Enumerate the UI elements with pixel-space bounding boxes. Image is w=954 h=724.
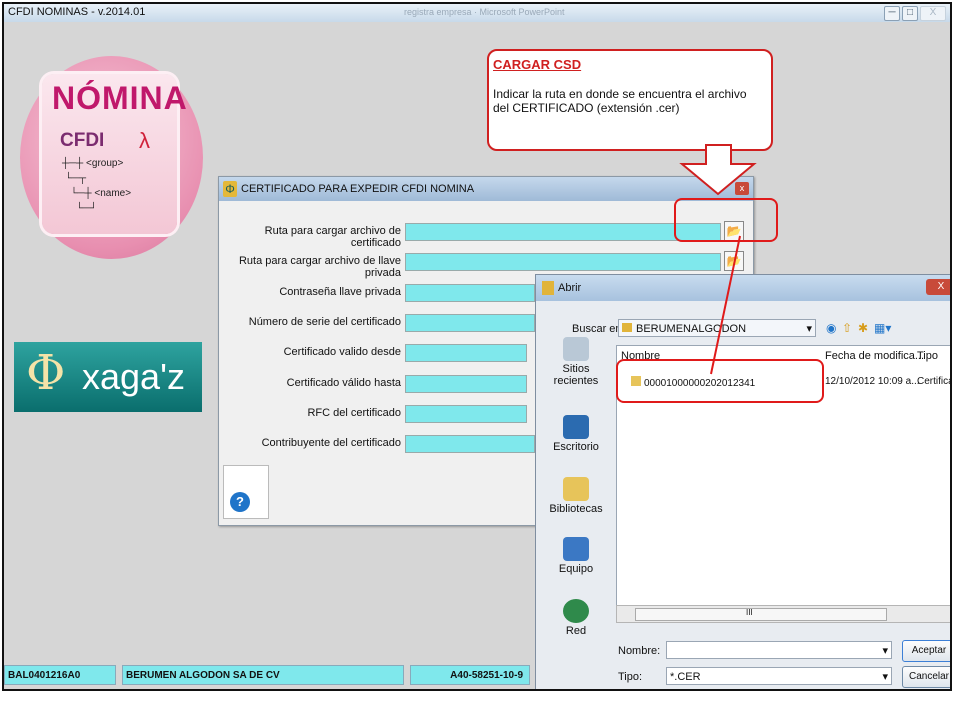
annotation-overlay [679, 144, 757, 375]
down-arrow-icon [679, 144, 757, 196]
file-highlight-box [616, 359, 824, 403]
app-window: CFDI NOMINAS - v.2014.01 registra empres… [2, 2, 952, 691]
pointer-line [710, 235, 741, 375]
browse-highlight-box [674, 198, 778, 242]
